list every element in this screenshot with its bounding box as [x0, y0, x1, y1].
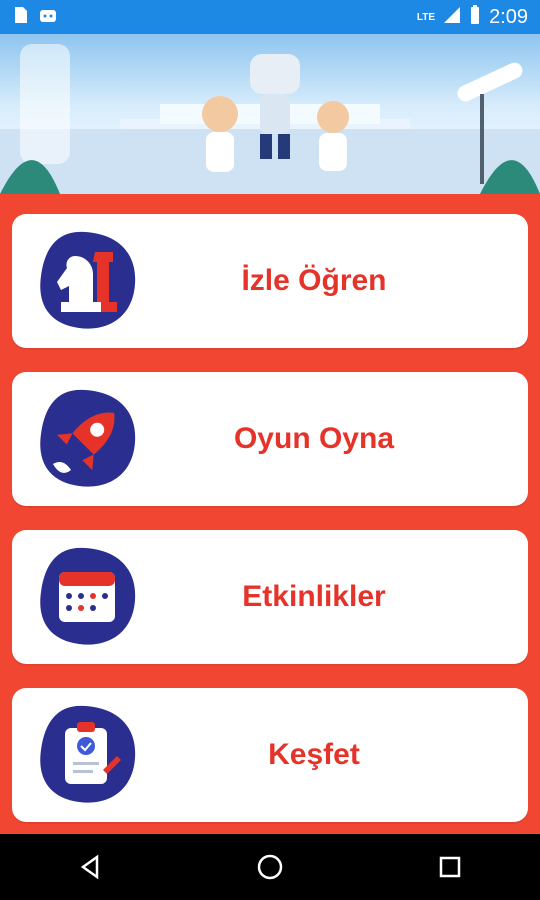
clipboard-icon	[28, 695, 148, 815]
hero-banner	[0, 34, 540, 194]
menu-card-watch-learn[interactable]: İzle Öğren	[12, 214, 528, 348]
lab-scene-illustration	[0, 44, 540, 194]
calendar-icon	[28, 537, 148, 657]
status-time: 2:09	[489, 5, 528, 28]
sd-card-icon	[12, 6, 28, 29]
android-icon	[38, 6, 58, 29]
system-nav-bar	[0, 834, 540, 900]
battery-icon	[469, 4, 481, 30]
menu-label-discover: Keşfet	[268, 738, 360, 771]
rocket-icon	[28, 379, 148, 499]
menu-label-play-game: Oyun Oyna	[233, 422, 395, 455]
menu-card-discover[interactable]: Keşfet	[12, 688, 528, 822]
menu-card-activities[interactable]: Etkinlikler	[12, 530, 528, 664]
chess-icon	[28, 221, 148, 341]
signal-icon	[443, 6, 461, 29]
main-menu: İzle Öğren Oyun Oyna Etkinlikler Keşfet	[0, 194, 540, 834]
menu-label-watch-learn: İzle Öğren	[241, 264, 387, 297]
home-icon[interactable]	[240, 837, 300, 897]
menu-card-play-game[interactable]: Oyun Oyna	[12, 372, 528, 506]
network-type: LTE	[416, 11, 436, 23]
menu-label-activities: Etkinlikler	[242, 580, 386, 613]
status-bar: LTE 2:09	[0, 0, 540, 34]
recents-icon[interactable]	[420, 837, 480, 897]
back-icon[interactable]	[60, 837, 120, 897]
